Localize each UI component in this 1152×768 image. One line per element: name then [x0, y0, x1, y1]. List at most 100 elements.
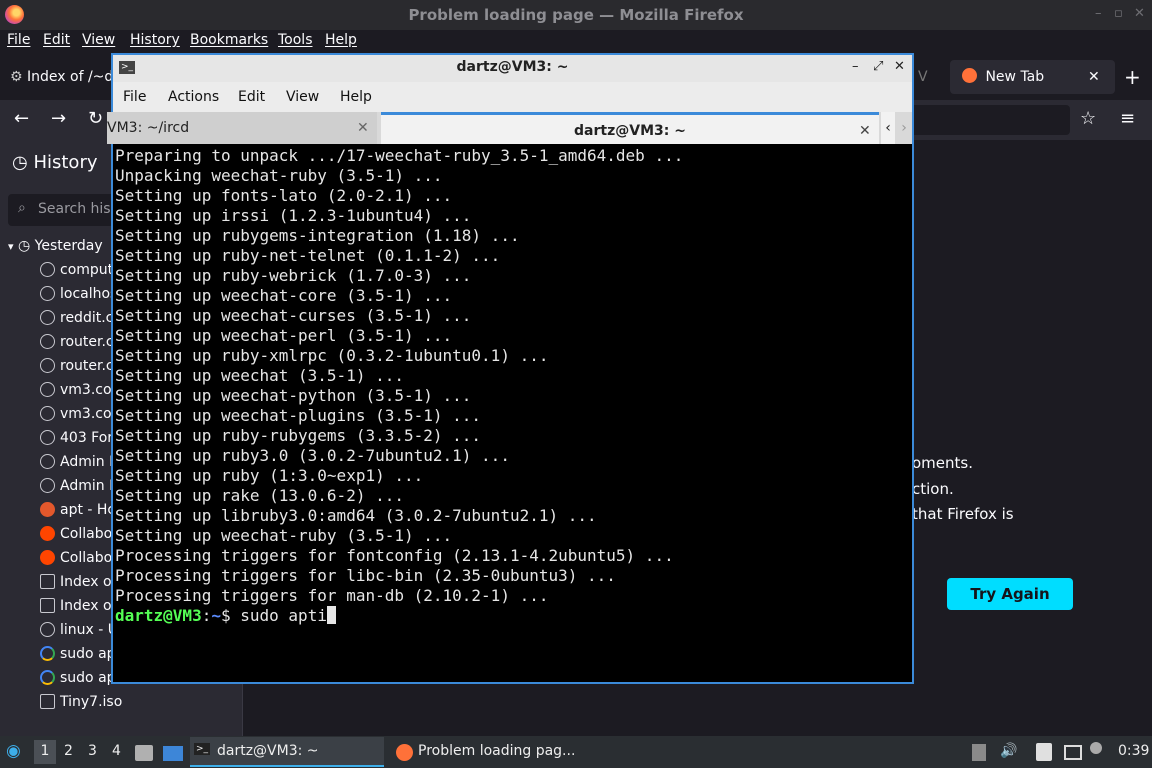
terminal-output-line: Setting up ruby3.0 (3.0.2-7ubuntu2.1) ..…	[115, 446, 510, 465]
terminal-output-line: Setting up weechat-python (3.5-1) ...	[115, 386, 472, 405]
terminal-output-line: Setting up ruby-webrick (1.7.0-3) ...	[115, 266, 472, 285]
tab-scroll-left-icon[interactable]: ‹	[881, 112, 895, 144]
globe-icon	[40, 406, 55, 421]
history-item[interactable]: sudo ap	[40, 670, 116, 686]
hamburger-menu-icon[interactable]: ≡	[1120, 108, 1135, 129]
close-icon[interactable]: ✕	[1134, 6, 1145, 21]
history-item[interactable]: Index of	[40, 574, 117, 590]
back-arrow-icon[interactable]: ←	[14, 108, 29, 129]
new-tab-plus-icon[interactable]: +	[1124, 60, 1141, 94]
globe-icon	[40, 478, 55, 493]
history-item[interactable]: comput	[40, 262, 113, 278]
minimize-icon[interactable]: –	[852, 59, 859, 74]
history-item-label: Admin F	[60, 454, 118, 470]
file-icon	[40, 598, 55, 613]
url-bar[interactable]	[900, 105, 1070, 135]
terminal-output-line: Setting up fonts-lato (2.0-2.1) ...	[115, 186, 453, 205]
history-item[interactable]: Index of	[40, 598, 117, 614]
tab-close-icon[interactable]: ✕	[1088, 60, 1100, 94]
menu-bookmarks[interactable]: Bookmarks	[190, 32, 268, 48]
menu-view[interactable]: View	[82, 32, 115, 48]
forward-arrow-icon[interactable]: →	[51, 108, 66, 129]
history-item-label: Index of	[60, 574, 117, 590]
maximize-icon[interactable]: ▫	[1114, 6, 1123, 21]
maximize-icon[interactable]: ⤢	[873, 59, 883, 74]
history-item[interactable]: Admin F	[40, 478, 117, 494]
terminal-output-line: Unpacking weechat-ruby (3.5-1) ...	[115, 166, 443, 185]
tab-new-tab[interactable]: New Tab ✕	[950, 60, 1115, 94]
menu-file[interactable]: File	[123, 89, 146, 105]
terminal-titlebar[interactable]: >_ dartz@VM3: ~ – ⤢ ✕	[113, 55, 912, 82]
terminal-output-line: Processing triggers for libc-bin (2.35-0…	[115, 566, 616, 585]
history-item[interactable]: vm3.co	[40, 406, 112, 422]
start-menu-icon[interactable]: ◉	[6, 741, 21, 761]
clock[interactable]: 0:39	[1118, 743, 1149, 759]
menu-edit[interactable]: Edit	[238, 89, 265, 105]
menu-edit[interactable]: Edit	[43, 32, 70, 48]
history-item-label: router.c	[60, 358, 114, 374]
tab-close-icon[interactable]: ✕	[859, 115, 871, 147]
minimize-icon[interactable]: –	[1095, 6, 1102, 21]
firefox-window-title: Problem loading page — Mozilla Firefox	[408, 6, 744, 24]
history-item[interactable]: apt - Hc	[40, 502, 115, 518]
tab-close-icon[interactable]: ✕	[357, 112, 369, 144]
history-item-label: Index of	[60, 598, 117, 614]
history-item[interactable]: Admin F	[40, 454, 117, 470]
sidebar-header[interactable]: ◷ History	[12, 152, 98, 173]
bookmark-star-icon[interactable]: ☆	[1080, 108, 1096, 129]
menu-history[interactable]: History	[130, 32, 180, 48]
file-manager-icon[interactable]	[135, 745, 153, 761]
history-item[interactable]: sudo ap	[40, 646, 116, 662]
menu-file[interactable]: File	[7, 32, 30, 48]
history-item[interactable]: linux - U	[40, 622, 118, 638]
history-item-label: router.c	[60, 334, 114, 350]
history-item[interactable]: Tiny7.iso	[40, 694, 122, 710]
terminal-output-line: Setting up weechat-perl (3.5-1) ...	[115, 326, 453, 345]
globe-icon	[40, 310, 55, 325]
taskbar-window-terminal[interactable]: >_ dartz@VM3: ~	[190, 737, 384, 767]
workspace-4[interactable]: 4	[112, 743, 121, 759]
history-group-yesterday[interactable]: ▾ ◷ Yesterday	[8, 238, 103, 254]
file-icon	[40, 574, 55, 589]
menu-view[interactable]: View	[286, 89, 319, 105]
tab-scroll-right-icon[interactable]: ›	[897, 112, 911, 144]
close-icon[interactable]: ✕	[894, 59, 905, 74]
clipboard-icon[interactable]	[972, 744, 986, 761]
menu-actions[interactable]: Actions	[168, 89, 219, 105]
menu-tools[interactable]: Tools	[278, 32, 313, 48]
history-item[interactable]: router.c	[40, 358, 114, 374]
tab-home[interactable]: dartz@VM3: ~ ✕	[381, 112, 879, 144]
network-icon[interactable]	[1064, 745, 1082, 760]
menu-help[interactable]: Help	[325, 32, 357, 48]
history-item[interactable]: vm3.co	[40, 382, 112, 398]
terminal-screen[interactable]: Preparing to unpack .../17-weechat-ruby_…	[113, 144, 912, 682]
workspace-2[interactable]: 2	[64, 743, 73, 759]
terminal-prompt-line[interactable]: dartz@VM3:~$ sudo apti	[115, 606, 336, 626]
history-item[interactable]: Collabo	[40, 526, 112, 542]
show-desktop-icon[interactable]	[163, 746, 183, 761]
clock-icon: ◷	[12, 152, 28, 173]
tab-ircd[interactable]: VM3: ~/ircd ✕	[107, 112, 377, 144]
history-item[interactable]: localhos	[40, 286, 117, 302]
history-item[interactable]: router.c	[40, 334, 114, 350]
reload-icon[interactable]: ↻	[88, 108, 103, 129]
reddit-icon	[40, 526, 55, 541]
history-item[interactable]: Collabo	[40, 550, 112, 566]
taskbar-window-firefox[interactable]: Problem loading pag...	[392, 737, 586, 767]
error-message-line: that Firefox is	[912, 505, 1014, 523]
workspace-1[interactable]: 1	[34, 740, 56, 764]
firefox-titlebar: Problem loading page — Mozilla Firefox –…	[0, 0, 1152, 30]
tab-index-of[interactable]: ⚙ Index of /~d	[10, 60, 120, 94]
notes-icon[interactable]	[1036, 743, 1052, 761]
notification-icon[interactable]	[1090, 742, 1102, 754]
try-again-button[interactable]: Try Again	[947, 578, 1073, 610]
workspace-3[interactable]: 3	[88, 743, 97, 759]
volume-icon[interactable]: 🔊	[1000, 743, 1017, 759]
file-icon	[40, 694, 55, 709]
history-item-label: linux - U	[60, 622, 119, 638]
terminal-output-line: Setting up ruby (1:3.0~exp1) ...	[115, 466, 424, 485]
terminal-window[interactable]: >_ dartz@VM3: ~ – ⤢ ✕ File Actions Edit …	[107, 53, 914, 684]
menu-help[interactable]: Help	[340, 89, 372, 105]
history-item[interactable]: reddit.c	[40, 310, 113, 326]
history-item[interactable]: 403 For	[40, 430, 113, 446]
